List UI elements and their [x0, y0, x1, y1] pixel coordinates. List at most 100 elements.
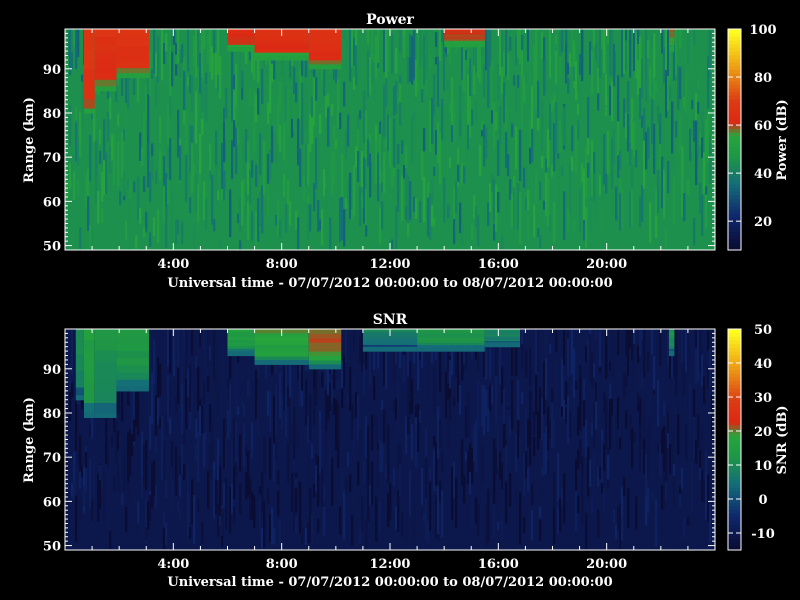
heatmap-cell [507, 409, 510, 463]
heatmap-cell [465, 406, 468, 438]
heatmap-cell [141, 431, 144, 482]
heatmap-cell [291, 472, 294, 512]
heatmap-cell [71, 382, 74, 397]
heatmap-cell [395, 81, 398, 114]
heatmap-cell [73, 172, 76, 201]
heatmap-cell [541, 487, 544, 499]
heatmap-cell [493, 179, 496, 222]
heatmap-cell [329, 382, 332, 411]
colorbar-tick-label: 10 [754, 459, 772, 474]
heatmap-cell [285, 85, 288, 120]
heatmap-cell [567, 77, 570, 94]
x-tick-label: 20:00 [586, 557, 627, 572]
heatmap-cell [365, 110, 368, 159]
heatmap-cell [697, 132, 700, 153]
heatmap-cell [493, 102, 496, 149]
heatmap-cell [449, 103, 452, 114]
heatmap-cell [143, 111, 146, 159]
heatmap-cell [491, 373, 494, 385]
heatmap-cell [511, 379, 514, 431]
heatmap-cell [507, 108, 510, 119]
y-tick-label: 60 [43, 495, 61, 510]
heatmap-cell [205, 72, 208, 85]
colorbar-segment [728, 231, 741, 236]
colorbar-segment [728, 87, 741, 93]
heatmap-cell [85, 452, 88, 469]
heatmap-cell [193, 494, 196, 544]
heatmap-cell [493, 471, 496, 504]
heatmap-cell [277, 199, 280, 237]
heatmap-cell [559, 391, 562, 411]
heatmap-region-edge [254, 359, 309, 365]
heatmap-cell [551, 29, 554, 75]
heatmap-cell [413, 415, 416, 435]
heatmap-cell [669, 388, 672, 437]
heatmap-cell [171, 480, 174, 514]
heatmap-cell [365, 350, 368, 370]
heatmap-cell [75, 106, 78, 120]
heatmap-cell [113, 133, 116, 185]
heatmap-cell [441, 98, 444, 139]
heatmap-cell [325, 167, 328, 179]
heatmap-cell [495, 371, 498, 423]
heatmap-cell [287, 89, 290, 136]
heatmap-cell [195, 444, 198, 463]
heatmap-cell [159, 116, 162, 143]
heatmap-cell [255, 94, 258, 122]
colorbar-tick-label: 40 [754, 167, 772, 182]
heatmap-cell [657, 106, 660, 123]
heatmap-region [83, 88, 95, 100]
heatmap-cell [689, 95, 692, 132]
heatmap-cell [449, 359, 452, 389]
heatmap-cell [593, 29, 596, 47]
heatmap-cell [325, 369, 328, 385]
heatmap-cell [365, 189, 368, 226]
heatmap-cell [479, 145, 482, 177]
heatmap-cell [185, 378, 188, 430]
heatmap-cell [391, 520, 394, 534]
heatmap-cell [585, 206, 588, 249]
heatmap-cell [585, 512, 588, 550]
heatmap-cell [247, 450, 250, 498]
heatmap-cell [509, 473, 512, 508]
heatmap-cell [279, 517, 282, 546]
heatmap-cell [711, 329, 714, 342]
heatmap-cell [287, 179, 290, 206]
heatmap-cell [213, 329, 216, 381]
colorbar-tick-label: 100 [749, 23, 776, 38]
heatmap-cell [201, 329, 204, 373]
heatmap-cell [621, 515, 624, 539]
heatmap-cell [117, 390, 120, 415]
heatmap-cell [177, 219, 180, 235]
heatmap-region-edge [308, 64, 342, 70]
heatmap-cell [281, 394, 284, 430]
heatmap-cell [283, 174, 286, 198]
heatmap-cell [693, 418, 696, 444]
heatmap-cell [283, 392, 286, 411]
heatmap-cell [641, 449, 644, 475]
heatmap-cell [279, 125, 282, 153]
heatmap-cell [315, 465, 318, 493]
heatmap-cell [645, 132, 648, 170]
heatmap-region [254, 42, 309, 47]
heatmap-cell [467, 74, 470, 125]
heatmap-cell [681, 170, 684, 218]
heatmap-cell [97, 473, 100, 522]
heatmap-cell [341, 153, 344, 203]
heatmap-cell [269, 437, 272, 480]
heatmap-cell [313, 77, 316, 126]
heatmap-cell [269, 78, 272, 114]
heatmap-cell [615, 405, 618, 453]
heatmap-cell [707, 111, 710, 162]
heatmap-cell [437, 122, 440, 164]
heatmap-cell [651, 84, 654, 94]
heatmap-cell [307, 453, 310, 506]
heatmap-cell [457, 114, 460, 148]
heatmap-cell [395, 47, 398, 74]
heatmap-region-edge [94, 412, 117, 418]
heatmap-cell [109, 451, 112, 482]
y-axis-label-snr: Range (km) [22, 397, 37, 483]
heatmap-cell [613, 418, 616, 443]
heatmap-cell [277, 103, 280, 145]
heatmap-cell [105, 152, 108, 194]
